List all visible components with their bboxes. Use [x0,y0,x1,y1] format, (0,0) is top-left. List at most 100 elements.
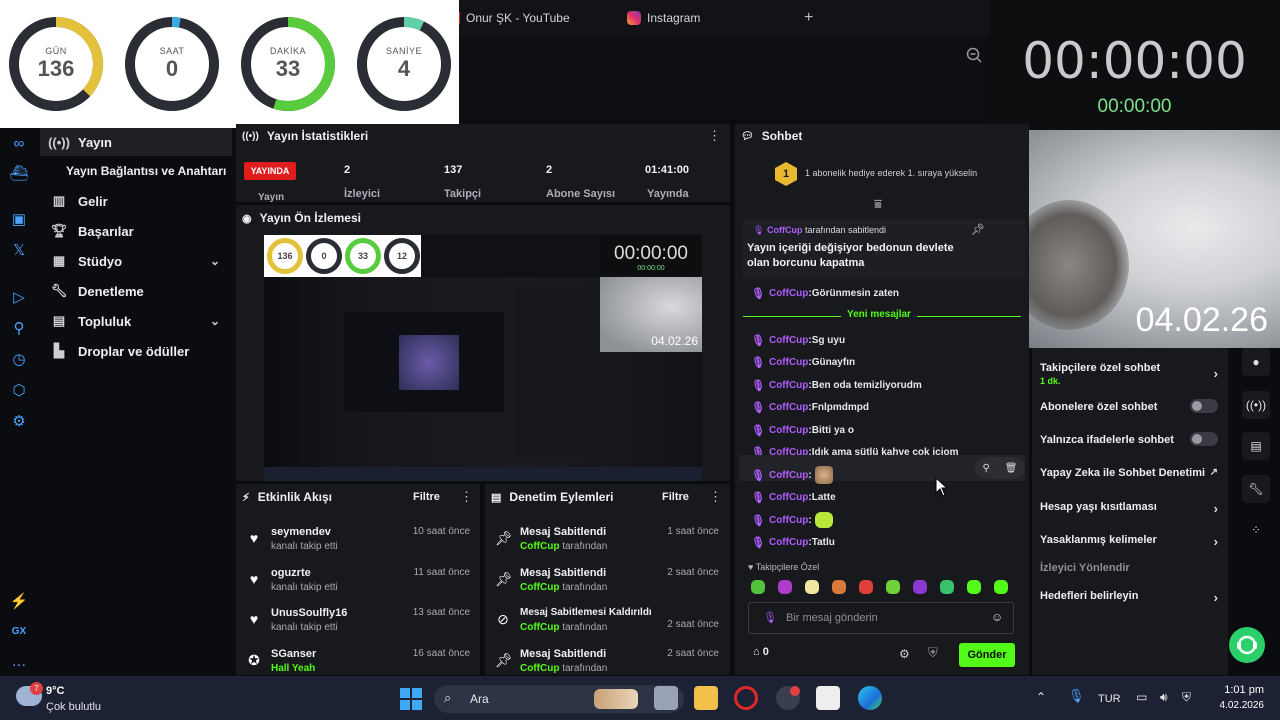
activity-name[interactable]: oguzrte [271,567,311,579]
kebab-menu-icon[interactable]: ⋮ [460,489,473,505]
nav-item-denetleme[interactable]: 🔧︎ Denetleme [40,277,232,305]
kebab-menu-icon[interactable]: ⋮ [709,489,722,505]
pin-icon[interactable]: ⚲ [982,463,989,474]
chat-username[interactable]: CoffCup [769,402,808,413]
pin-icon[interactable]: ⚲ [9,319,29,339]
dots-icon[interactable]: ⁘ [1242,516,1270,544]
activity-name[interactable]: seymendev [271,526,331,538]
activity-name[interactable]: SGanser [271,648,316,660]
chat-message[interactable]: 🎙︎ CoffCup: Bitti ya o [751,420,854,440]
setting-ai-moderation[interactable]: Yapay Zeka ile Sohbet Denetimi ↗ [1040,467,1222,479]
opera-gx-icon[interactable] [734,686,758,710]
weather-temp[interactable]: 9°C [46,685,64,697]
emote-icon[interactable] [778,580,792,594]
emote-icon[interactable] [940,580,954,594]
more-icon[interactable]: … [9,652,29,672]
kebab-menu-icon[interactable]: ⋮ [708,128,721,144]
chat-username[interactable]: CoffCup [769,357,808,368]
send-button[interactable]: Gönder [959,643,1015,667]
chat-message[interactable]: 🎙︎ CoffCup: [751,465,833,485]
activity-name[interactable]: UnusSoulfly16 [271,607,347,619]
taskbar-time[interactable]: 1:01 pm [1208,684,1264,696]
toggle-switch[interactable] [1190,399,1218,413]
nav-item-stream-key[interactable]: Yayın Bağlantısı ve Anahtarı [40,157,232,185]
gift-leaderboard-badge[interactable]: 1 [775,162,797,186]
tab-youtube[interactable]: Onur ŞK - YouTube [456,6,570,30]
chat-message[interactable]: 🎙︎ CoffCup: [751,510,833,530]
emote-icon[interactable] [967,580,981,594]
layout-icon[interactable]: ▤ [1242,432,1270,460]
wrench-icon[interactable]: 🔧︎ [1242,475,1270,503]
modactions-filter-button[interactable]: Filtre [662,491,689,503]
nav-item-basarilar[interactable]: 🏆︎ Başarılar [40,217,232,245]
pin-icon[interactable]: 📌︎ [971,223,985,236]
collapse-icon[interactable]: ⩸ [874,196,882,212]
emote-icon[interactable] [859,580,873,594]
emote-icon[interactable] [886,580,900,594]
nav-item-studyo[interactable]: ▦ Stüdyo ⌄ [40,247,232,275]
chat-message[interactable]: 🎙︎ CoffCup: Ben oda temizliyorudm [751,375,922,395]
setting-followers-only[interactable]: Takipçilere özel sohbet 1 dk. › [1040,362,1222,386]
emote-icon[interactable] [994,580,1008,594]
nav-item-yayin[interactable]: ((•)) Yayın [40,128,232,156]
setting-subscribers-only[interactable]: Abonelere özel sohbet [1040,399,1222,413]
chevron-up-icon[interactable]: ⌃ [1036,690,1046,704]
notion-icon[interactable] [816,686,840,710]
setting-banned-words[interactable]: Yasaklanmış kelimeler › [1040,534,1222,549]
taskbar-search[interactable]: ⌕ Ara [434,685,684,713]
chat-username[interactable]: CoffCup [769,335,808,346]
glasses-icon[interactable]: ∞ [9,134,29,154]
emote-icon[interactable] [832,580,846,594]
chat-input[interactable]: 🎙︎ Bir mesaj gönderin ☺ [748,602,1014,634]
toggle-switch[interactable] [1190,432,1218,446]
setting-goals[interactable]: Hedefleri belirleyin › [1040,590,1222,605]
chat-bubble-icon[interactable]: ● [1242,348,1270,376]
activity-filter-button[interactable]: Filtre [413,491,440,503]
preview-video[interactable]: 136 0 33 12 00:00:00 00:00:00 04.02.26 [264,235,702,481]
mod-action-user[interactable]: CoffCup [520,582,559,593]
emoji-icon[interactable]: ☺ [991,610,1003,624]
pinned-user[interactable]: CoffCup [767,225,803,235]
gear-icon[interactable]: ⚙ [9,412,29,432]
cube-icon[interactable]: ⬡ [9,381,29,401]
chat-username[interactable]: CoffCup [769,515,808,526]
chat-username[interactable]: CoffCup [769,537,808,548]
emote-icon[interactable] [913,580,927,594]
chat-message[interactable]: 🎙︎ CoffCup: Fnlpmdmpd [751,397,869,417]
kick-icon[interactable]: ⚡ [9,592,29,612]
x-icon[interactable]: 𝕏 [9,241,29,261]
chat-message[interactable]: 🎙︎ CoffCup: Latte [751,487,836,507]
chat-username[interactable]: CoffCup [769,288,808,299]
emote-icon[interactable] [805,580,819,594]
trash-icon[interactable]: 🗑︎ [1005,463,1018,474]
tab-instagram[interactable]: Instagram [627,6,700,30]
clock-icon[interactable]: ◷ [9,350,29,370]
mic-icon[interactable]: 🎙︎ [1068,688,1085,704]
language-indicator[interactable]: TUR [1098,693,1121,705]
monitor-icon[interactable]: ▭ [1136,690,1147,704]
channel-points[interactable]: ⌂ 0 [753,646,769,658]
mod-action-user[interactable]: CoffCup [520,622,559,633]
chat-message[interactable]: 🎙︎ CoffCup: Sg uyu [751,330,845,350]
chat-message[interactable]: 🎙︎ CoffCup: Tatlu [751,532,835,552]
nav-item-topluluk[interactable]: ▤ Topluluk ⌄ [40,307,232,335]
chat-username[interactable]: CoffCup [769,380,808,391]
shield-icon[interactable]: ⛨ [1182,690,1191,705]
ship-icon[interactable]: ⛴ [9,164,29,184]
edge-icon[interactable] [858,686,882,710]
chat-username[interactable]: CoffCup [769,425,808,436]
nav-item-gelir[interactable]: ▥ Gelir [40,187,232,215]
task-view-icon[interactable] [654,686,678,710]
file-explorer-icon[interactable] [694,686,718,710]
taskbar-date[interactable]: 4.02.2026 [1208,700,1265,711]
setting-emote-only[interactable]: Yalnızca ifadelerle sohbet [1040,432,1222,446]
emote-icon[interactable] [751,580,765,594]
mod-action-user[interactable]: CoffCup [520,663,559,674]
gx-label[interactable]: GX [9,622,29,642]
chat-message[interactable]: 🎙︎ CoffCup: Günayfın [751,352,855,372]
windows-start-icon[interactable] [400,688,422,710]
new-tab-button[interactable]: + [804,6,813,30]
weather-desc[interactable]: Çok bulutlu [46,701,101,713]
twitch-icon[interactable]: ▣ [9,210,29,230]
shield-icon[interactable]: ⛨ [928,645,938,661]
